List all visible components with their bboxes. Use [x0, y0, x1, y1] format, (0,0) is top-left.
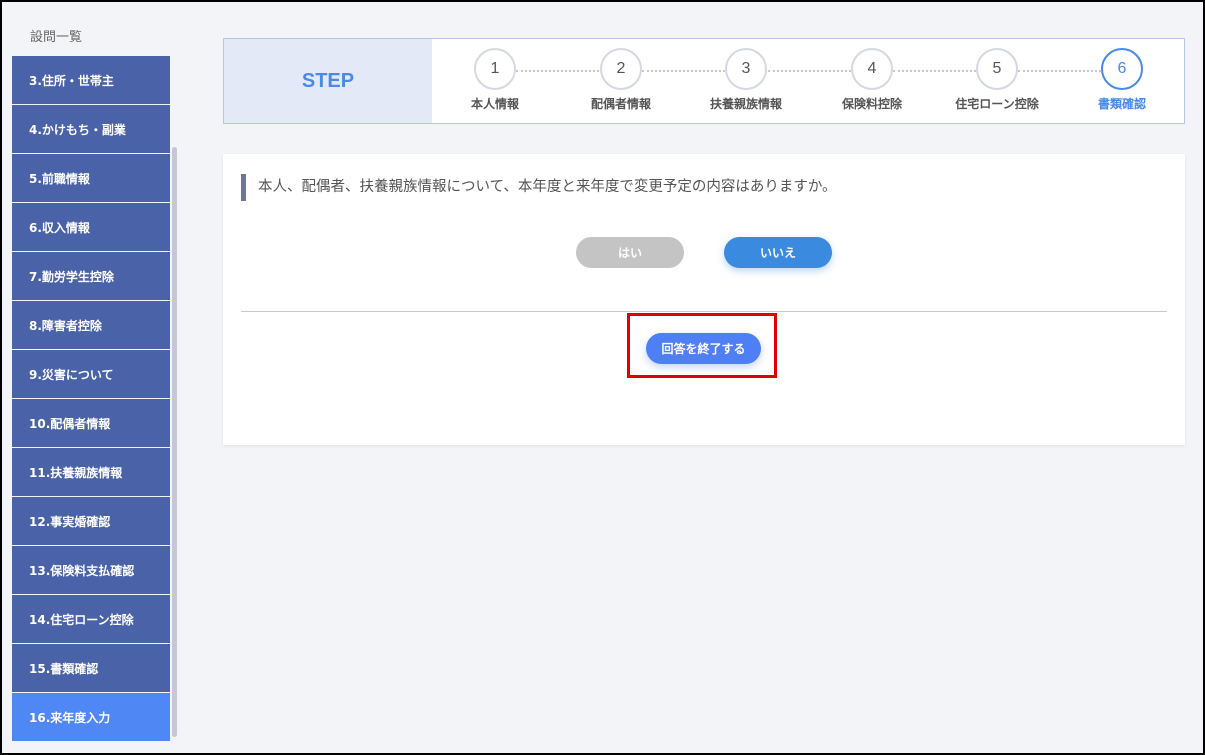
step-4[interactable]: 4 保険料控除	[817, 48, 927, 112]
question-card: 本人、配偶者、扶養親族情報について、本年度と来年度で変更予定の内容はありますか。…	[223, 154, 1185, 445]
step-number: 3	[725, 48, 767, 90]
sidebar-item-side-job[interactable]: 4.かけもち・副業	[12, 105, 170, 153]
step-number: 2	[600, 48, 642, 90]
sidebar-item-housing-loan[interactable]: 14.住宅ローン控除	[12, 595, 170, 643]
step-number: 5	[976, 48, 1018, 90]
no-button[interactable]: いいえ	[724, 237, 832, 268]
step-number: 1	[474, 48, 516, 90]
step-label-text: 扶養親族情報	[709, 97, 782, 111]
sidebar-scrollbar[interactable]	[172, 147, 177, 737]
sidebar: 設問一覧 3.住所・世帯主 4.かけもち・副業 5.前職情報 6.収入情報 7.…	[12, 2, 177, 742]
step-label: STEP	[224, 39, 432, 123]
stepper: STEP 1 本人情報 2 配偶者情報 3 扶養親族情報 4 保険料控除 5 住…	[223, 38, 1185, 124]
step-number: 4	[851, 48, 893, 90]
step-2[interactable]: 2 配偶者情報	[566, 48, 676, 112]
question-text: 本人、配偶者、扶養親族情報について、本年度と来年度で変更予定の内容はありますか。	[241, 174, 837, 201]
sidebar-item-address[interactable]: 3.住所・世帯主	[12, 56, 170, 104]
sidebar-item-working-student[interactable]: 7.勤労学生控除	[12, 252, 170, 300]
step-label-text: 本人情報	[470, 97, 519, 111]
sidebar-list: 3.住所・世帯主 4.かけもち・副業 5.前職情報 6.収入情報 7.勤労学生控…	[12, 56, 170, 742]
step-1[interactable]: 1 本人情報	[440, 48, 550, 112]
step-label-text: 保険料控除	[841, 97, 902, 111]
sidebar-item-disability[interactable]: 8.障害者控除	[12, 301, 170, 349]
step-label-text: 配偶者情報	[590, 97, 651, 111]
step-3[interactable]: 3 扶養親族情報	[691, 48, 801, 112]
step-label-text: 書類確認	[1097, 97, 1146, 111]
step-number: 6	[1101, 48, 1143, 90]
step-6[interactable]: 6 書類確認	[1067, 48, 1177, 112]
sidebar-title: 設問一覧	[30, 30, 83, 45]
sidebar-item-disaster[interactable]: 9.災害について	[12, 350, 170, 398]
finish-answer-button[interactable]: 回答を終了する	[646, 333, 761, 364]
sidebar-item-common-law[interactable]: 12.事実婚確認	[12, 497, 170, 545]
sidebar-item-income[interactable]: 6.収入情報	[12, 203, 170, 251]
step-label-text: 住宅ローン控除	[955, 97, 1039, 111]
sidebar-item-spouse[interactable]: 10.配偶者情報	[12, 399, 170, 447]
sidebar-item-previous-job[interactable]: 5.前職情報	[12, 154, 170, 202]
sidebar-item-dependents[interactable]: 11.扶養親族情報	[12, 448, 170, 496]
sidebar-item-next-year[interactable]: 16.来年度入力	[12, 693, 170, 741]
sidebar-item-insurance[interactable]: 13.保険料支払確認	[12, 546, 170, 594]
divider	[241, 311, 1167, 312]
yes-button[interactable]: はい	[576, 237, 684, 268]
sidebar-item-documents[interactable]: 15.書類確認	[12, 644, 170, 692]
step-5[interactable]: 5 住宅ローン控除	[942, 48, 1052, 112]
